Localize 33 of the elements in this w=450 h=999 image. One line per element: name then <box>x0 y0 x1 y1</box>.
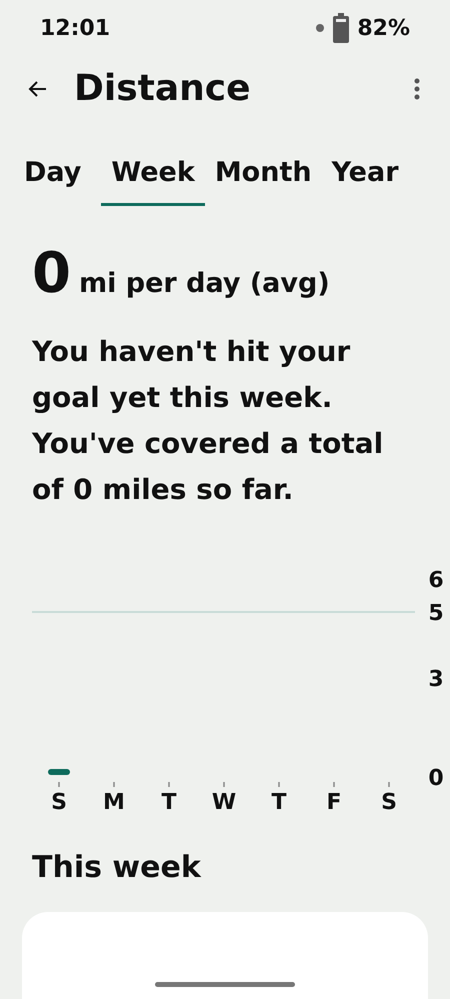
tick-mark <box>333 782 335 786</box>
period-tab[interactable]: Day <box>22 144 92 206</box>
day-label: S <box>381 790 397 812</box>
bar <box>48 768 70 774</box>
section-title: This week <box>31 848 202 886</box>
axis-label: 3 <box>428 666 444 692</box>
more-options-icon <box>414 77 420 101</box>
tick-mark <box>58 782 60 786</box>
axis-label: 6 <box>428 568 444 592</box>
axis-label: 0 <box>428 766 444 790</box>
period-tab[interactable]: Year <box>322 144 409 206</box>
day-label: S <box>51 790 67 812</box>
dot-icon <box>315 23 326 33</box>
day-label: T <box>272 790 286 812</box>
axis-label: 5 <box>428 600 444 626</box>
day-label: T <box>162 790 176 812</box>
goal-message: You haven't hit your goal yet this week. You've covered a total of 0 miles so far. <box>30 334 384 508</box>
day-label: W <box>212 790 236 812</box>
average-unit: mi per day (avg) <box>78 267 330 301</box>
day-label: M <box>103 790 125 812</box>
tick-mark <box>113 782 115 786</box>
tick-mark <box>168 782 170 786</box>
status-time: 12:01 <box>40 14 110 42</box>
period-tab[interactable]: Week <box>101 144 205 206</box>
battery-percent: 82% <box>357 14 410 42</box>
page-title: Distance <box>74 67 252 111</box>
battery-icon <box>333 13 350 43</box>
tick-mark <box>278 782 280 786</box>
day-label: F <box>326 790 342 812</box>
tick-mark <box>223 782 225 786</box>
period-tab[interactable]: Month <box>204 144 322 206</box>
tick-mark <box>388 782 390 786</box>
average-value: 0 <box>32 246 71 302</box>
